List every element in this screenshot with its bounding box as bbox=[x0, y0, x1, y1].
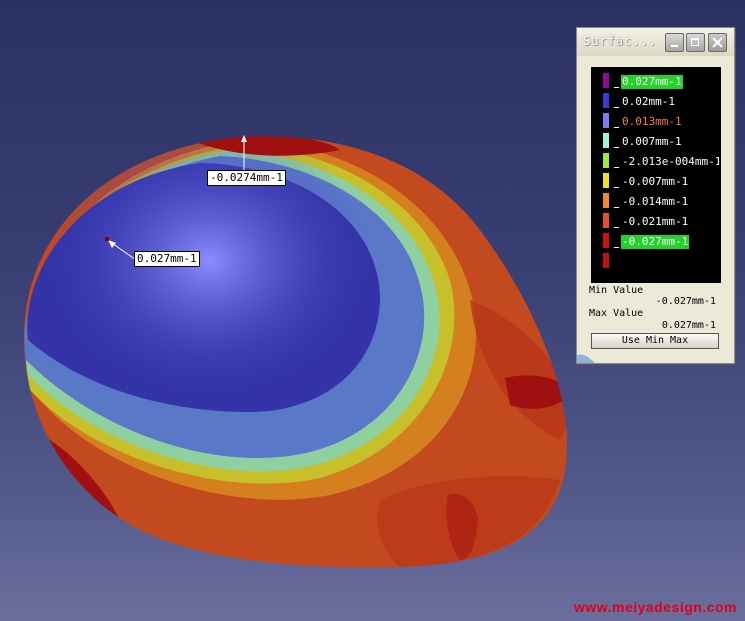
legend-swatch bbox=[603, 93, 609, 108]
use-min-max-button[interactable]: Use Min Max bbox=[591, 333, 719, 349]
legend-label[interactable]: 0.007mm-1 bbox=[621, 135, 683, 149]
color-legend: 0.027mm-1 0.02mm-1 0.013mm-1 0.007mm-1 -… bbox=[591, 67, 721, 283]
legend-label[interactable]: 0.013mm-1 bbox=[621, 115, 683, 129]
legend-label[interactable]: -0.021mm-1 bbox=[621, 215, 689, 229]
legend-swatch bbox=[603, 73, 609, 88]
legend-swatch bbox=[603, 133, 609, 148]
legend-swatch bbox=[603, 253, 609, 268]
max-value-label: Max Value bbox=[589, 308, 644, 319]
legend-swatch bbox=[603, 213, 609, 228]
max-value: 0.027mm-1 bbox=[661, 320, 716, 331]
legend-label[interactable]: 0.02mm-1 bbox=[621, 95, 676, 109]
legend-swatch bbox=[603, 153, 609, 168]
legend-tick bbox=[614, 127, 619, 128]
maximize-icon[interactable] bbox=[686, 33, 705, 52]
surface-curvature-dialog[interactable]: Surfac... 0.027mm-1 0.02mm-1 0.013mm-1 0… bbox=[576, 27, 735, 364]
legend-tick bbox=[614, 187, 619, 188]
legend-tick bbox=[614, 227, 619, 228]
legend-tick bbox=[614, 247, 619, 248]
legend-label[interactable]: -0.014mm-1 bbox=[621, 195, 689, 209]
legend-tick bbox=[614, 167, 619, 168]
legend-label[interactable]: -0.007mm-1 bbox=[621, 175, 689, 189]
legend-tick bbox=[614, 107, 619, 108]
legend-tick bbox=[614, 87, 619, 88]
legend-label[interactable]: 0.027mm-1 bbox=[621, 75, 683, 89]
legend-swatch bbox=[603, 193, 609, 208]
minimize-icon[interactable] bbox=[665, 33, 684, 52]
legend-label[interactable]: -2.013e-004mm-1 bbox=[621, 155, 719, 169]
watermark: www.meiyadesign.com bbox=[573, 599, 737, 615]
close-icon[interactable] bbox=[708, 33, 727, 52]
corner-decoration bbox=[577, 354, 595, 363]
legend-swatch bbox=[603, 173, 609, 188]
dialog-titlebar[interactable]: Surfac... bbox=[577, 28, 734, 56]
min-value-label: Min Value bbox=[589, 285, 644, 296]
min-curvature-callout[interactable]: -0.0274mm-1 bbox=[207, 170, 286, 186]
legend-swatch bbox=[603, 113, 609, 128]
legend-tick bbox=[614, 147, 619, 148]
legend-swatch bbox=[603, 233, 609, 248]
legend-tick bbox=[614, 207, 619, 208]
min-value: -0.027mm-1 bbox=[655, 296, 716, 307]
max-curvature-callout[interactable]: 0.027mm-1 bbox=[134, 251, 200, 267]
dialog-title: Surfac... bbox=[583, 34, 658, 48]
legend-label[interactable]: -0.027mm-1 bbox=[621, 235, 690, 249]
